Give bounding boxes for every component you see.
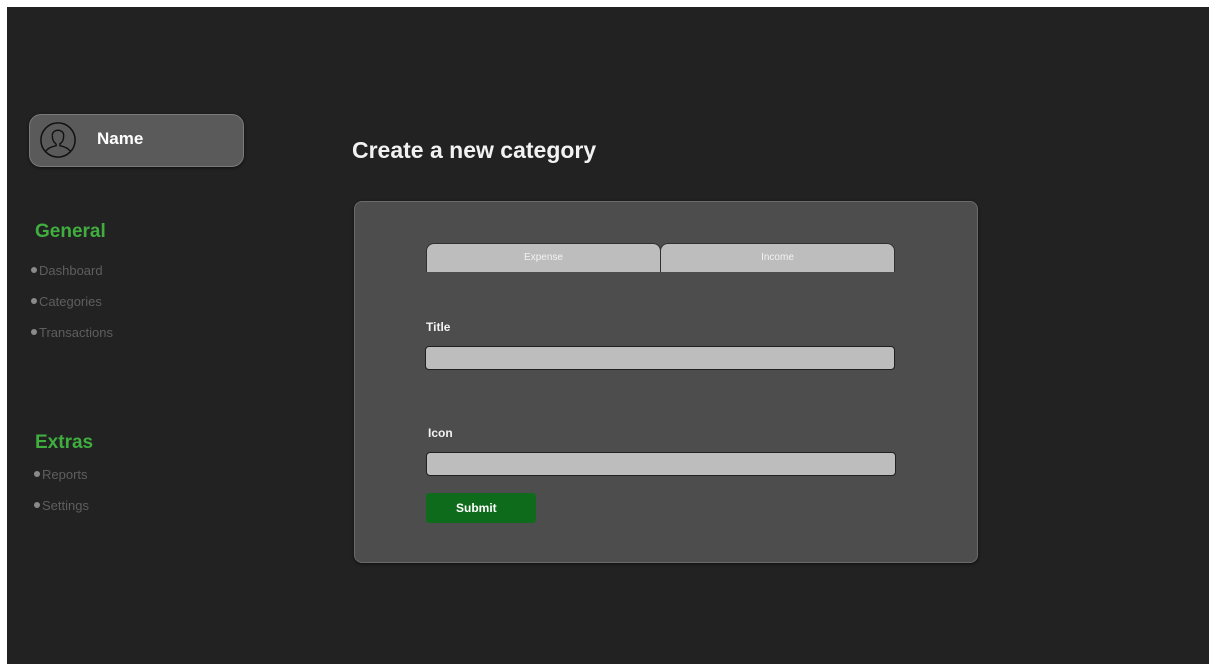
sidebar-item-label: Dashboard	[39, 263, 103, 278]
sidebar-heading-extras: Extras	[35, 432, 94, 453]
sidebar-item-transactions[interactable]: Transactions	[31, 325, 113, 340]
icon-input[interactable]	[426, 452, 896, 476]
user-outline-icon	[40, 122, 76, 158]
sidebar-item-settings[interactable]: Settings	[34, 498, 89, 513]
sidebar-item-categories[interactable]: Categories	[31, 294, 102, 309]
user-name: Name	[97, 129, 144, 148]
page-title: Create a new category	[352, 137, 597, 163]
sidebar-item-label: Categories	[39, 294, 102, 309]
submit-button[interactable]: Submit	[426, 493, 536, 523]
title-label: Title	[426, 320, 451, 334]
sidebar-item-reports[interactable]: Reports	[34, 467, 88, 482]
bullet-icon	[34, 502, 40, 508]
bullet-icon	[31, 329, 37, 335]
sidebar-item-label: Reports	[42, 467, 88, 482]
sidebar-item-label: Transactions	[39, 325, 113, 340]
sidebar-item-label: Settings	[42, 498, 89, 513]
icon-label: Icon	[428, 426, 453, 440]
title-input[interactable]	[425, 346, 895, 370]
category-form: Expense Income Title Icon Submit	[354, 201, 978, 563]
app-window: Name General Dashboard Categories Transa…	[7, 7, 1209, 664]
bullet-icon	[34, 471, 40, 477]
sidebar-heading-general: General	[35, 221, 106, 242]
bullet-icon	[31, 267, 37, 273]
user-profile-card[interactable]: Name	[29, 114, 244, 167]
tab-income[interactable]: Income	[660, 243, 895, 272]
bullet-icon	[31, 298, 37, 304]
sidebar-item-dashboard[interactable]: Dashboard	[31, 263, 103, 278]
tab-expense[interactable]: Expense	[426, 243, 661, 272]
